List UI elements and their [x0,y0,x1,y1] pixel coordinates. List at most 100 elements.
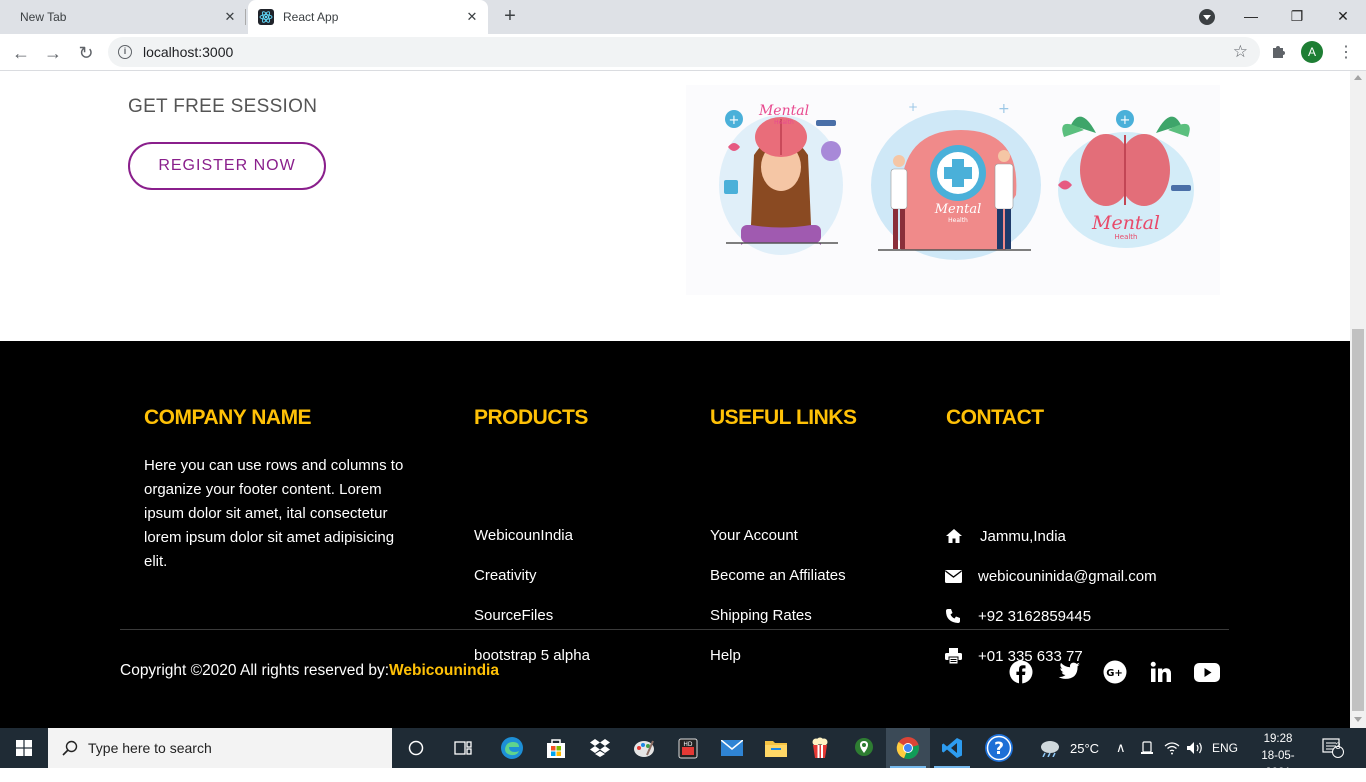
reload-icon[interactable]: ↻ [74,41,98,65]
bookmark-star-icon[interactable]: ☆ [1233,42,1248,62]
store-bag-icon[interactable] [534,728,578,768]
close-icon[interactable]: ✕ [222,9,238,25]
tab-divider [245,9,246,25]
extensions-puzzle-icon[interactable] [1270,43,1286,64]
link-become-affiliate[interactable]: Become an Affiliates [710,567,846,584]
scrollbar-thumb[interactable] [1352,329,1364,711]
task-view-icon[interactable] [441,728,485,768]
tab-new-tab[interactable]: New Tab ✕ [8,0,244,34]
profile-avatar[interactable]: A [1301,41,1323,63]
volume-icon[interactable] [1186,728,1204,768]
product-link-sourcefiles[interactable]: SourceFiles [474,607,553,624]
info-icon[interactable]: i [118,45,132,59]
rain-cloud-icon [1041,741,1059,757]
contact-phone: +92 3162859445 [945,607,1091,625]
product-link-webicounindia[interactable]: WebicounIndia [474,527,573,544]
taskbar-search-box[interactable]: Type here to search [48,728,392,768]
windows-taskbar: Type here to search HD ? 25°C ∧ ENG 19:2… [0,728,1366,779]
svg-text:Mental: Mental [1091,212,1160,234]
print-icon [945,647,965,665]
svg-text:+: + [998,101,1010,117]
windows-start-button[interactable] [0,728,48,768]
language-indicator[interactable]: ENG [1212,728,1238,768]
google-plus-icon[interactable]: G+ [1102,659,1128,685]
page-viewport: GET FREE SESSION REGISTER NOW + Mental H… [0,71,1350,728]
svg-text:+: + [908,100,918,114]
file-explorer-folder-icon[interactable] [754,728,798,768]
tab-title: React App [283,10,339,24]
tab-react-app[interactable]: React App ✕ [248,0,488,34]
dropbox-icon[interactable] [578,728,622,768]
youtube-icon[interactable] [1194,659,1220,685]
forward-arrow-icon[interactable]: → [41,41,65,65]
cortana-circle-icon[interactable] [394,728,438,768]
windows-logo-icon [16,740,32,756]
vscode-icon[interactable] [930,728,974,768]
browser-tab-strip: New Tab ✕ React App ✕ + — ❐ ✕ [0,0,1366,34]
svg-text:+: + [729,113,740,128]
scroll-up-arrow-icon[interactable] [1354,75,1362,80]
restore-button[interactable]: ❐ [1274,0,1320,34]
twitter-icon[interactable] [1055,659,1081,685]
media-app-icon[interactable]: HD [666,728,710,768]
wifi-icon[interactable] [1164,728,1180,768]
svg-text:Health: Health [774,119,794,126]
company-description: Here you can use rows and columns to org… [144,457,404,570]
link-help[interactable]: Help [710,647,741,664]
chevron-up-icon[interactable]: ∧ [1116,728,1126,768]
svg-text:+: + [1120,113,1131,128]
mental-health-illustration: + Mental Health Mental Health + + + Ment… [686,85,1220,295]
new-tab-button[interactable]: + [498,4,522,28]
url-text[interactable]: localhost:3000 [143,44,1233,60]
meditating-woman-figure: + Mental Health [719,103,843,255]
copyright-text: Copyright ©2020 All rights reserved by:W… [120,662,499,679]
search-placeholder: Type here to search [88,740,212,756]
notification-count-badge: 3 [1335,741,1341,751]
maps-pin-icon[interactable] [842,728,886,768]
help-question-icon[interactable]: ? [977,728,1021,768]
tab-search-icon[interactable] [1199,9,1215,25]
kebab-menu-icon[interactable]: ⋮ [1338,42,1354,62]
svg-text:Mental: Mental [758,103,809,119]
linkedin-icon[interactable] [1148,659,1174,685]
svg-text:HD: HD [683,741,693,748]
contact-address: Jammu,India [945,527,1066,545]
copyright-brand-link[interactable]: Webicounindia [389,662,499,679]
scroll-down-arrow-icon[interactable] [1354,717,1362,722]
popcorn-app-icon[interactable] [798,728,842,768]
product-link-creativity[interactable]: Creativity [474,567,537,584]
contact-email: webicouninida@gmail.com [945,567,1157,585]
hero-heading: GET FREE SESSION [128,96,318,117]
edge-browser-icon[interactable] [490,728,534,768]
products-heading: PRODUCTS [474,406,588,429]
chrome-browser-icon[interactable] [886,728,930,768]
clock-date: 18-05-2021 [1261,750,1295,779]
back-arrow-icon[interactable]: ← [9,41,33,65]
address-bar[interactable]: i localhost:3000 ☆ [108,37,1260,67]
home-icon [945,527,965,545]
search-icon [62,740,78,756]
site-footer: COMPANY NAME Here you can use rows and c… [0,341,1350,728]
phone-icon [945,607,965,625]
mail-envelope-icon[interactable] [710,728,754,768]
close-icon[interactable]: ✕ [464,9,480,25]
device-icon[interactable] [1140,728,1154,768]
svg-text:Health: Health [1115,233,1138,241]
facebook-icon[interactable] [1008,659,1034,685]
svg-text:Mental: Mental [934,202,982,217]
browser-toolbar: ← → ↻ i localhost:3000 ☆ A ⋮ [0,34,1366,71]
taskbar-clock[interactable]: 19:28 18-05-2021 [1254,731,1302,782]
window-close-button[interactable]: ✕ [1320,0,1366,34]
svg-text:G+: G+ [1106,668,1123,679]
register-now-button[interactable]: REGISTER NOW [128,142,326,190]
link-your-account[interactable]: Your Account [710,527,798,544]
notification-center-icon[interactable]: 3 [1322,728,1344,768]
envelope-icon [945,567,965,585]
tab-title: New Tab [20,10,67,24]
paint-palette-icon[interactable] [622,728,666,768]
link-shipping-rates[interactable]: Shipping Rates [710,607,812,624]
weather-widget[interactable]: 25°C [1038,728,1099,768]
footer-divider [120,629,1229,630]
minimize-button[interactable]: — [1228,0,1274,34]
page-scrollbar[interactable] [1350,71,1366,728]
